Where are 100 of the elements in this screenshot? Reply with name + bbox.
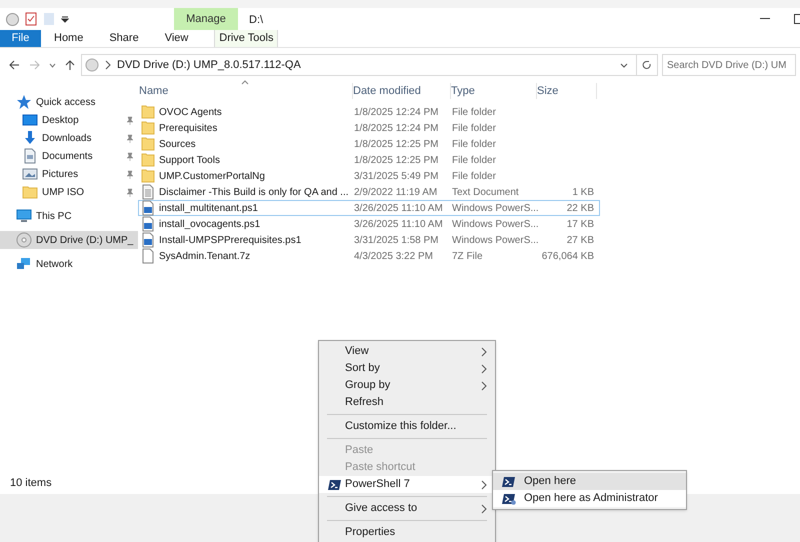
- search-field[interactable]: Search DVD Drive (D:) UM: [662, 54, 796, 76]
- date-cell-text: 1/8/2025 12:25 PM: [354, 138, 440, 152]
- powershell-icon: [328, 479, 342, 491]
- sidebar-item[interactable]: Pictures: [0, 165, 138, 183]
- disc-icon[interactable]: [6, 12, 19, 26]
- script-file-icon: [141, 216, 155, 232]
- menu-item[interactable]: View: [319, 343, 495, 360]
- sidebar-item[interactable]: Network: [0, 255, 138, 273]
- file-row[interactable]: Disclaimer -This Build is only for QA and ... 2/9/2022 11:19 AM Text Document 1 KB: [138, 184, 600, 200]
- address-bar[interactable]: DVD Drive (D:) UMP_8.0.517.112-QA: [81, 54, 637, 76]
- file-row[interactable]: SysAdmin.Tenant.7z 4/3/2025 3:22 PM 7Z File 676,064 KB: [138, 248, 600, 264]
- file-icon: [141, 248, 155, 264]
- file-row[interactable]: install_multitenant.ps1 3/26/2025 11:10 AM Windows PowerS... 22 KB: [138, 200, 600, 216]
- date-cell-text: 4/3/2025 3:22 PM: [354, 250, 434, 264]
- refresh-button[interactable]: [636, 54, 658, 76]
- file-row[interactable]: Support Tools 1/8/2025 12:25 PM File folder: [138, 152, 600, 168]
- minimize-icon[interactable]: [760, 18, 770, 20]
- ribbon-tab[interactable]: Home: [41, 30, 96, 47]
- script-file-icon: [141, 232, 155, 248]
- disc-icon: [16, 232, 32, 248]
- file-name: Sources: [159, 138, 196, 152]
- picture-icon: [22, 166, 38, 182]
- type-cell-text: File folder: [452, 106, 497, 120]
- text-file-icon: [141, 184, 155, 200]
- chevron-down-icon[interactable]: [49, 62, 56, 68]
- ribbon-tab[interactable]: Drive Tools: [214, 30, 278, 47]
- date-cell-text: 3/31/2025 1:58 PM: [354, 234, 440, 248]
- date-cell-text: 3/31/2025 5:49 PM: [354, 170, 440, 184]
- column-header[interactable]: Size: [537, 82, 597, 99]
- menu-item[interactable]: Give access to: [319, 500, 495, 517]
- type-cell-text: Text Document: [452, 186, 520, 200]
- sidebar-item[interactable]: DVD Drive (D:) UMP_: [0, 231, 138, 249]
- sidebar-item[interactable]: Downloads: [0, 129, 138, 147]
- status-text: 10 items: [10, 476, 52, 491]
- column-header[interactable]: Type: [451, 82, 537, 99]
- size-cell-text: 22 KB: [566, 202, 595, 216]
- type-cell-text: Windows PowerS...: [452, 218, 538, 232]
- type-cell-text: File folder: [452, 122, 497, 136]
- contextual-tab-group: Manage: [174, 8, 238, 30]
- date-cell-text: 1/8/2025 12:24 PM: [354, 106, 440, 120]
- back-arrow-icon[interactable]: [9, 60, 20, 70]
- date-cell-text: 1/8/2025 12:24 PM: [354, 122, 440, 136]
- window-title: D:\: [248, 13, 264, 28]
- refresh-icon: [642, 60, 652, 70]
- file-name: OVOC Agents: [159, 106, 222, 120]
- sidebar-item[interactable]: Quick access: [0, 93, 138, 111]
- up-arrow-icon[interactable]: [65, 60, 75, 70]
- menu-item[interactable]: Properties: [319, 524, 495, 541]
- menu-item[interactable]: Sort by: [319, 360, 495, 377]
- script-file-icon: [141, 200, 155, 216]
- size-cell-text: 27 KB: [566, 234, 595, 248]
- sidebar-item[interactable]: UMP ISO: [0, 183, 138, 201]
- type-cell-text: 7Z File: [452, 250, 484, 264]
- file-name: Support Tools: [159, 154, 220, 168]
- file-row[interactable]: install_ovocagents.ps1 3/26/2025 11:10 AM Windows PowerS... 17 KB: [138, 216, 600, 232]
- file-row[interactable]: OVOC Agents 1/8/2025 12:24 PM File folder: [138, 104, 600, 120]
- menu-item[interactable]: Open here as Administrator: [493, 490, 686, 507]
- type-cell-text: File folder: [452, 138, 497, 152]
- ribbon-tab[interactable]: Share: [96, 30, 152, 47]
- sidebar-item[interactable]: Documents: [0, 147, 138, 165]
- file-row[interactable]: Install-UMPSPPrerequisites.ps1 3/31/2025 1:58 PM Windows PowerS... 27 KB: [138, 232, 600, 248]
- type-cell-text: Windows PowerS...: [452, 234, 538, 248]
- date-cell-text: 3/26/2025 11:10 AM: [354, 218, 444, 232]
- file-name: Disclaimer -This Build is only for QA and ...: [159, 186, 349, 200]
- date-cell-text: 3/26/2025 11:10 AM: [354, 202, 444, 216]
- menu-item[interactable]: Customize this folder...: [319, 418, 495, 435]
- column-header[interactable]: Name: [139, 82, 353, 99]
- desktop-icon: [22, 112, 38, 128]
- ribbon-tab[interactable]: View: [152, 30, 202, 47]
- ribbon-tab[interactable]: File: [0, 30, 41, 47]
- file-name: install_multitenant.ps1: [159, 202, 258, 216]
- star-icon: [16, 94, 32, 110]
- properties-icon[interactable]: [25, 12, 37, 26]
- sidebar-item[interactable]: Desktop: [0, 111, 138, 129]
- file-name: Prerequisites: [159, 122, 218, 136]
- sidebar-item[interactable]: This PC: [0, 207, 138, 225]
- dropdown-icon[interactable]: [61, 15, 69, 23]
- file-row[interactable]: Sources 1/8/2025 12:25 PM File folder: [138, 136, 600, 152]
- computer-icon: [16, 208, 32, 224]
- column-header[interactable]: Date modified: [353, 82, 451, 99]
- type-cell-text: File folder: [452, 154, 497, 168]
- folder-icon: [141, 136, 155, 152]
- file-row[interactable]: Prerequisites 1/8/2025 12:24 PM File folder: [138, 120, 600, 136]
- download-arrow-icon: [22, 130, 38, 146]
- folder-icon: [22, 184, 38, 200]
- file-name: UMP.CustomerPortalNg: [159, 170, 265, 184]
- type-cell-text: File folder: [452, 170, 497, 184]
- network-icon: [16, 256, 32, 272]
- menu-item[interactable]: PowerShell 7: [319, 476, 495, 493]
- chevron-down-icon[interactable]: [620, 62, 628, 68]
- size-cell-text: 676,064 KB: [540, 250, 595, 264]
- menu-item[interactable]: Open here: [493, 473, 686, 490]
- size-cell-text: 1 KB: [571, 186, 595, 200]
- menu-item[interactable]: Refresh: [319, 394, 495, 411]
- sort-caret-icon: [241, 80, 249, 85]
- menu-item[interactable]: Group by: [319, 377, 495, 394]
- folder-icon: [141, 168, 155, 184]
- file-row[interactable]: UMP.CustomerPortalNg 3/31/2025 5:49 PM File folder: [138, 168, 600, 184]
- folder-icon: [141, 152, 155, 168]
- folder-icon: [141, 120, 155, 136]
